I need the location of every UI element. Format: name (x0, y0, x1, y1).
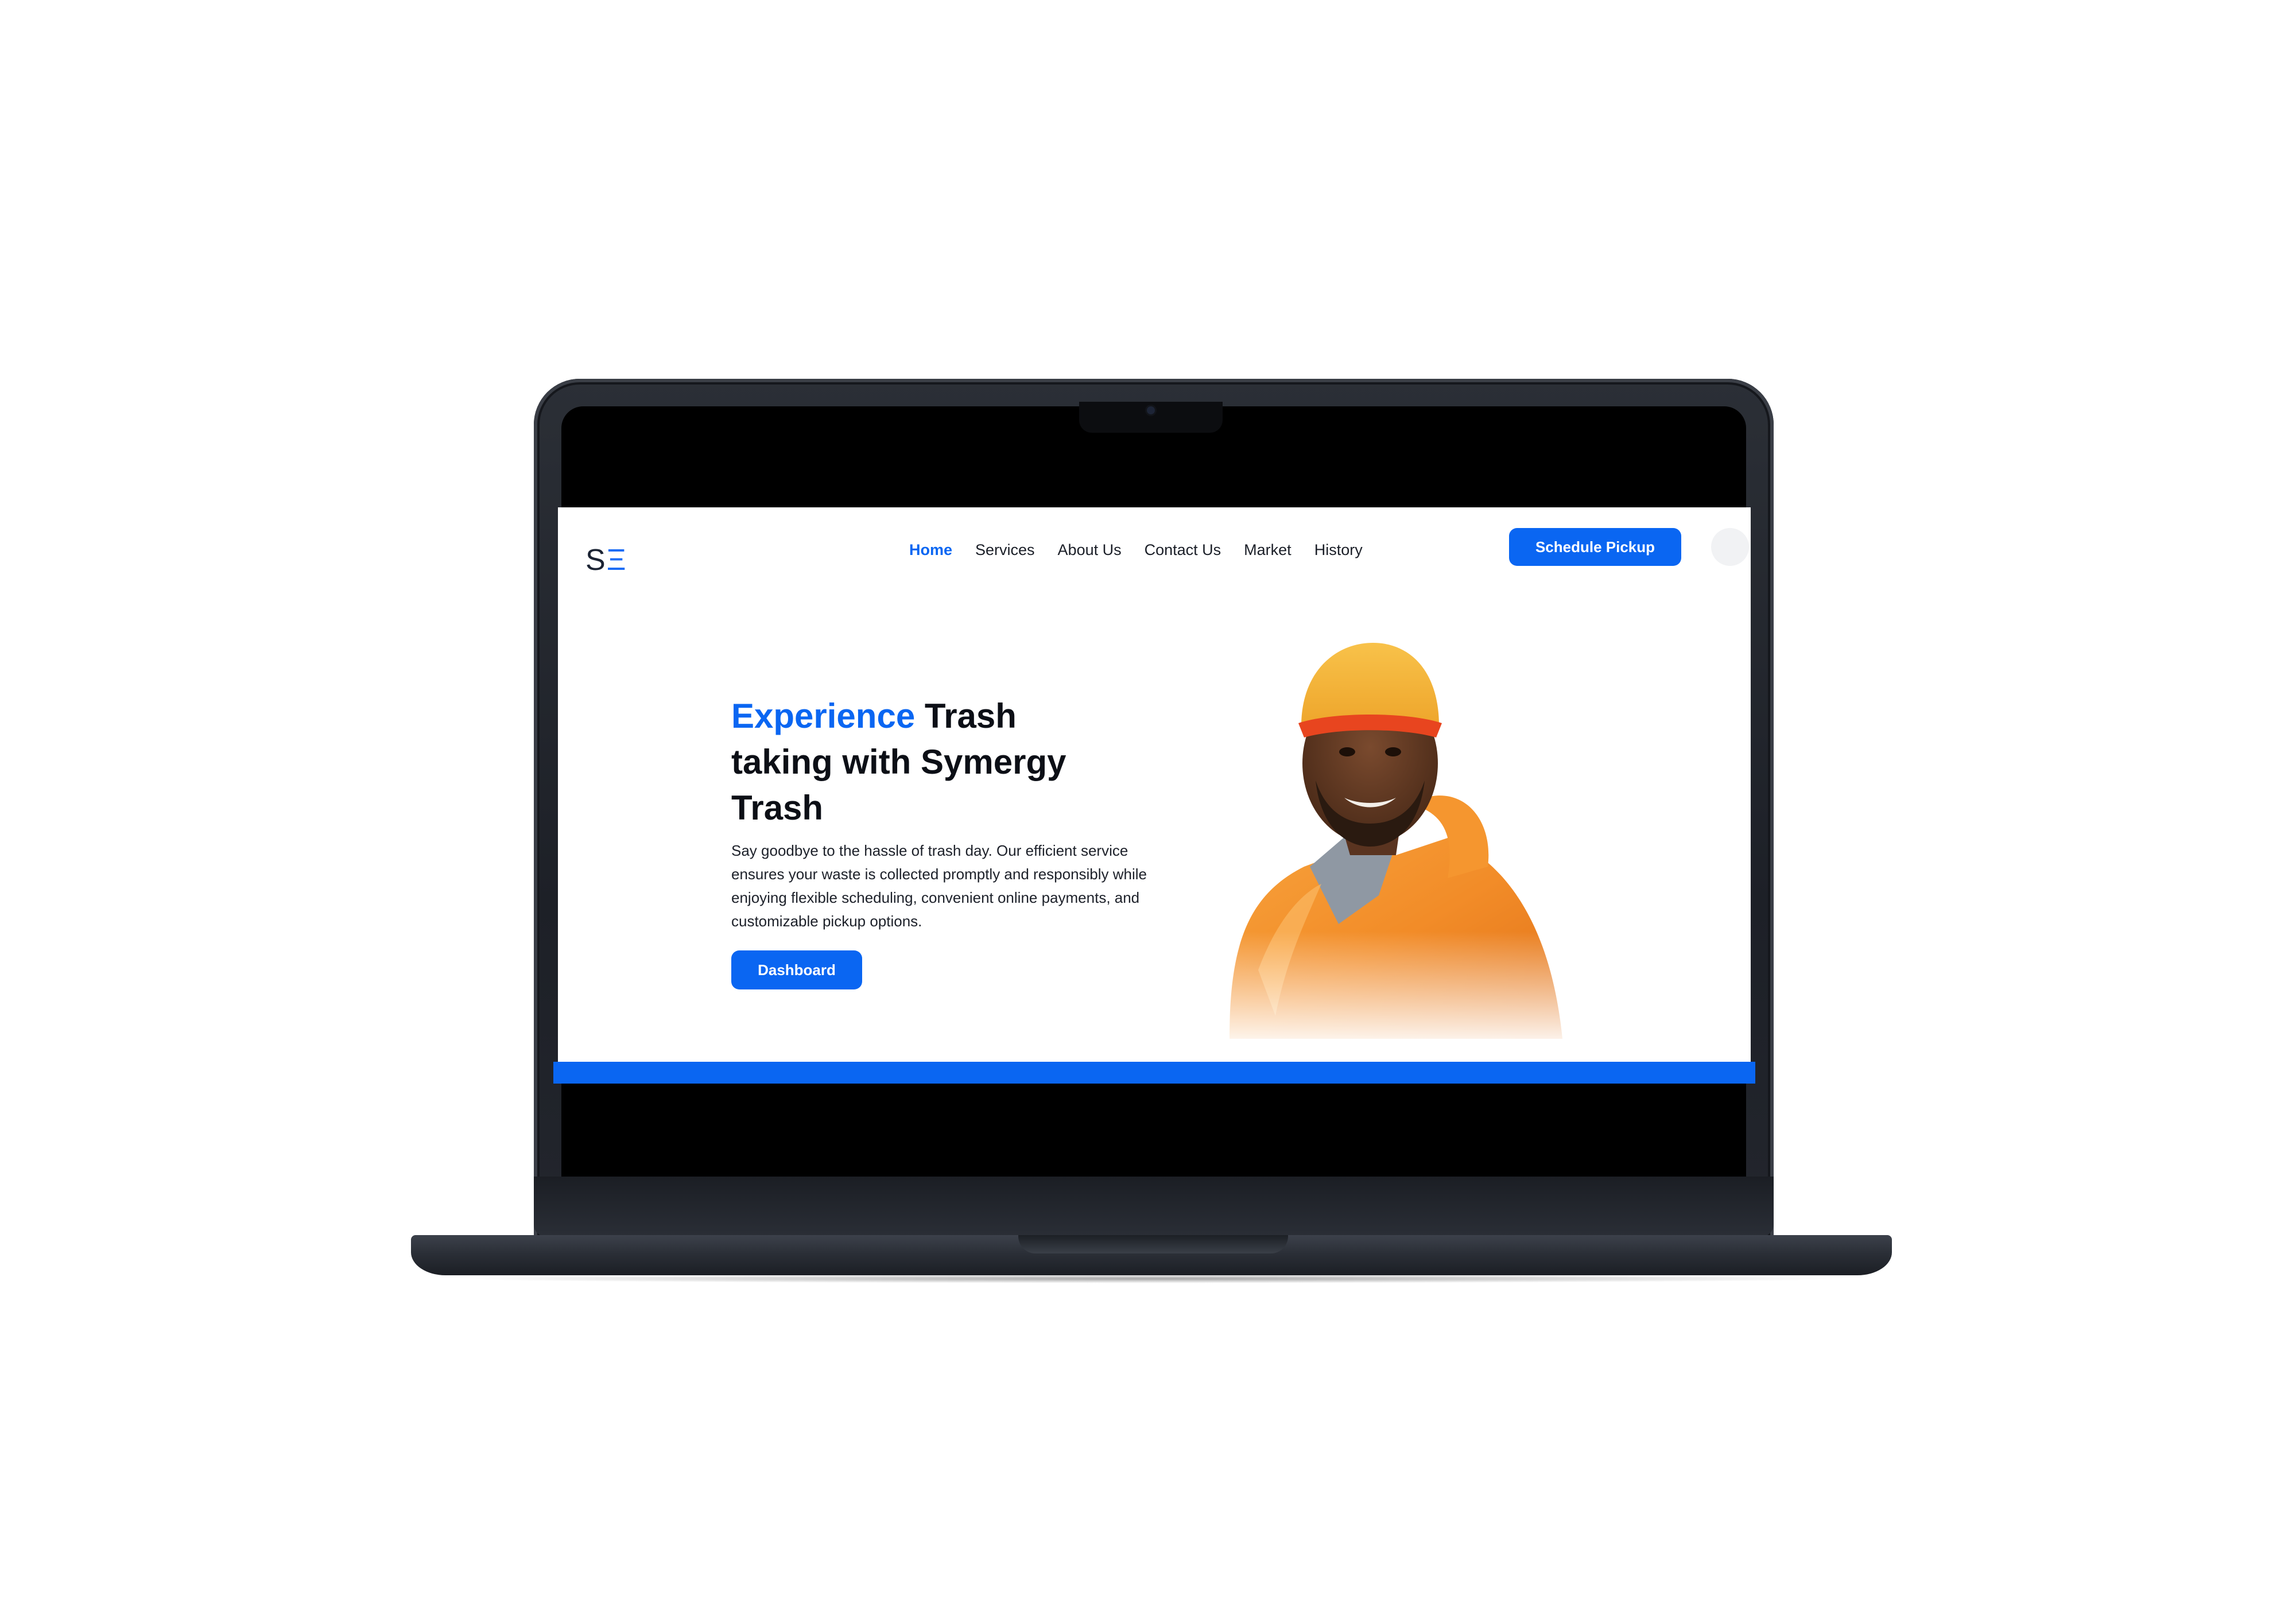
nav-item-services[interactable]: Services (975, 541, 1035, 559)
se-logo-icon[interactable]: SΞ (585, 543, 627, 577)
website-screen: SΞ Home Services About Us Contact Us Mar… (558, 507, 1751, 1076)
logo-letter-s: S (585, 544, 607, 577)
schedule-pickup-button[interactable]: Schedule Pickup (1509, 528, 1681, 566)
logo-letter-e: Ξ (606, 544, 627, 577)
nav-item-home[interactable]: Home (909, 541, 952, 559)
nav-item-market[interactable]: Market (1244, 541, 1292, 559)
laptop-mockup: SΞ Home Services About Us Contact Us Mar… (0, 0, 2296, 1607)
hero-description: Say goodbye to the hassle of trash day. … (731, 842, 1147, 930)
hero-title-accent: Experience (731, 697, 916, 735)
footer-accent-bar (553, 1062, 1755, 1084)
hero-title: Experience Trash taking with Symergy Tra… (731, 693, 1099, 831)
laptop-chin (534, 1177, 1774, 1236)
camera-icon (1147, 406, 1155, 414)
nav-item-history[interactable]: History (1314, 541, 1363, 559)
dashboard-button[interactable]: Dashboard (731, 950, 862, 989)
worker-photo (1207, 626, 1580, 1050)
nav-item-contact-us[interactable]: Contact Us (1145, 541, 1221, 559)
laptop-shadow (448, 1274, 1854, 1283)
user-avatar-icon[interactable] (1711, 528, 1749, 566)
nav-item-about-us[interactable]: About Us (1058, 541, 1122, 559)
laptop-base-notch (1018, 1235, 1288, 1253)
main-nav: Home Services About Us Contact Us Market… (909, 537, 1363, 562)
